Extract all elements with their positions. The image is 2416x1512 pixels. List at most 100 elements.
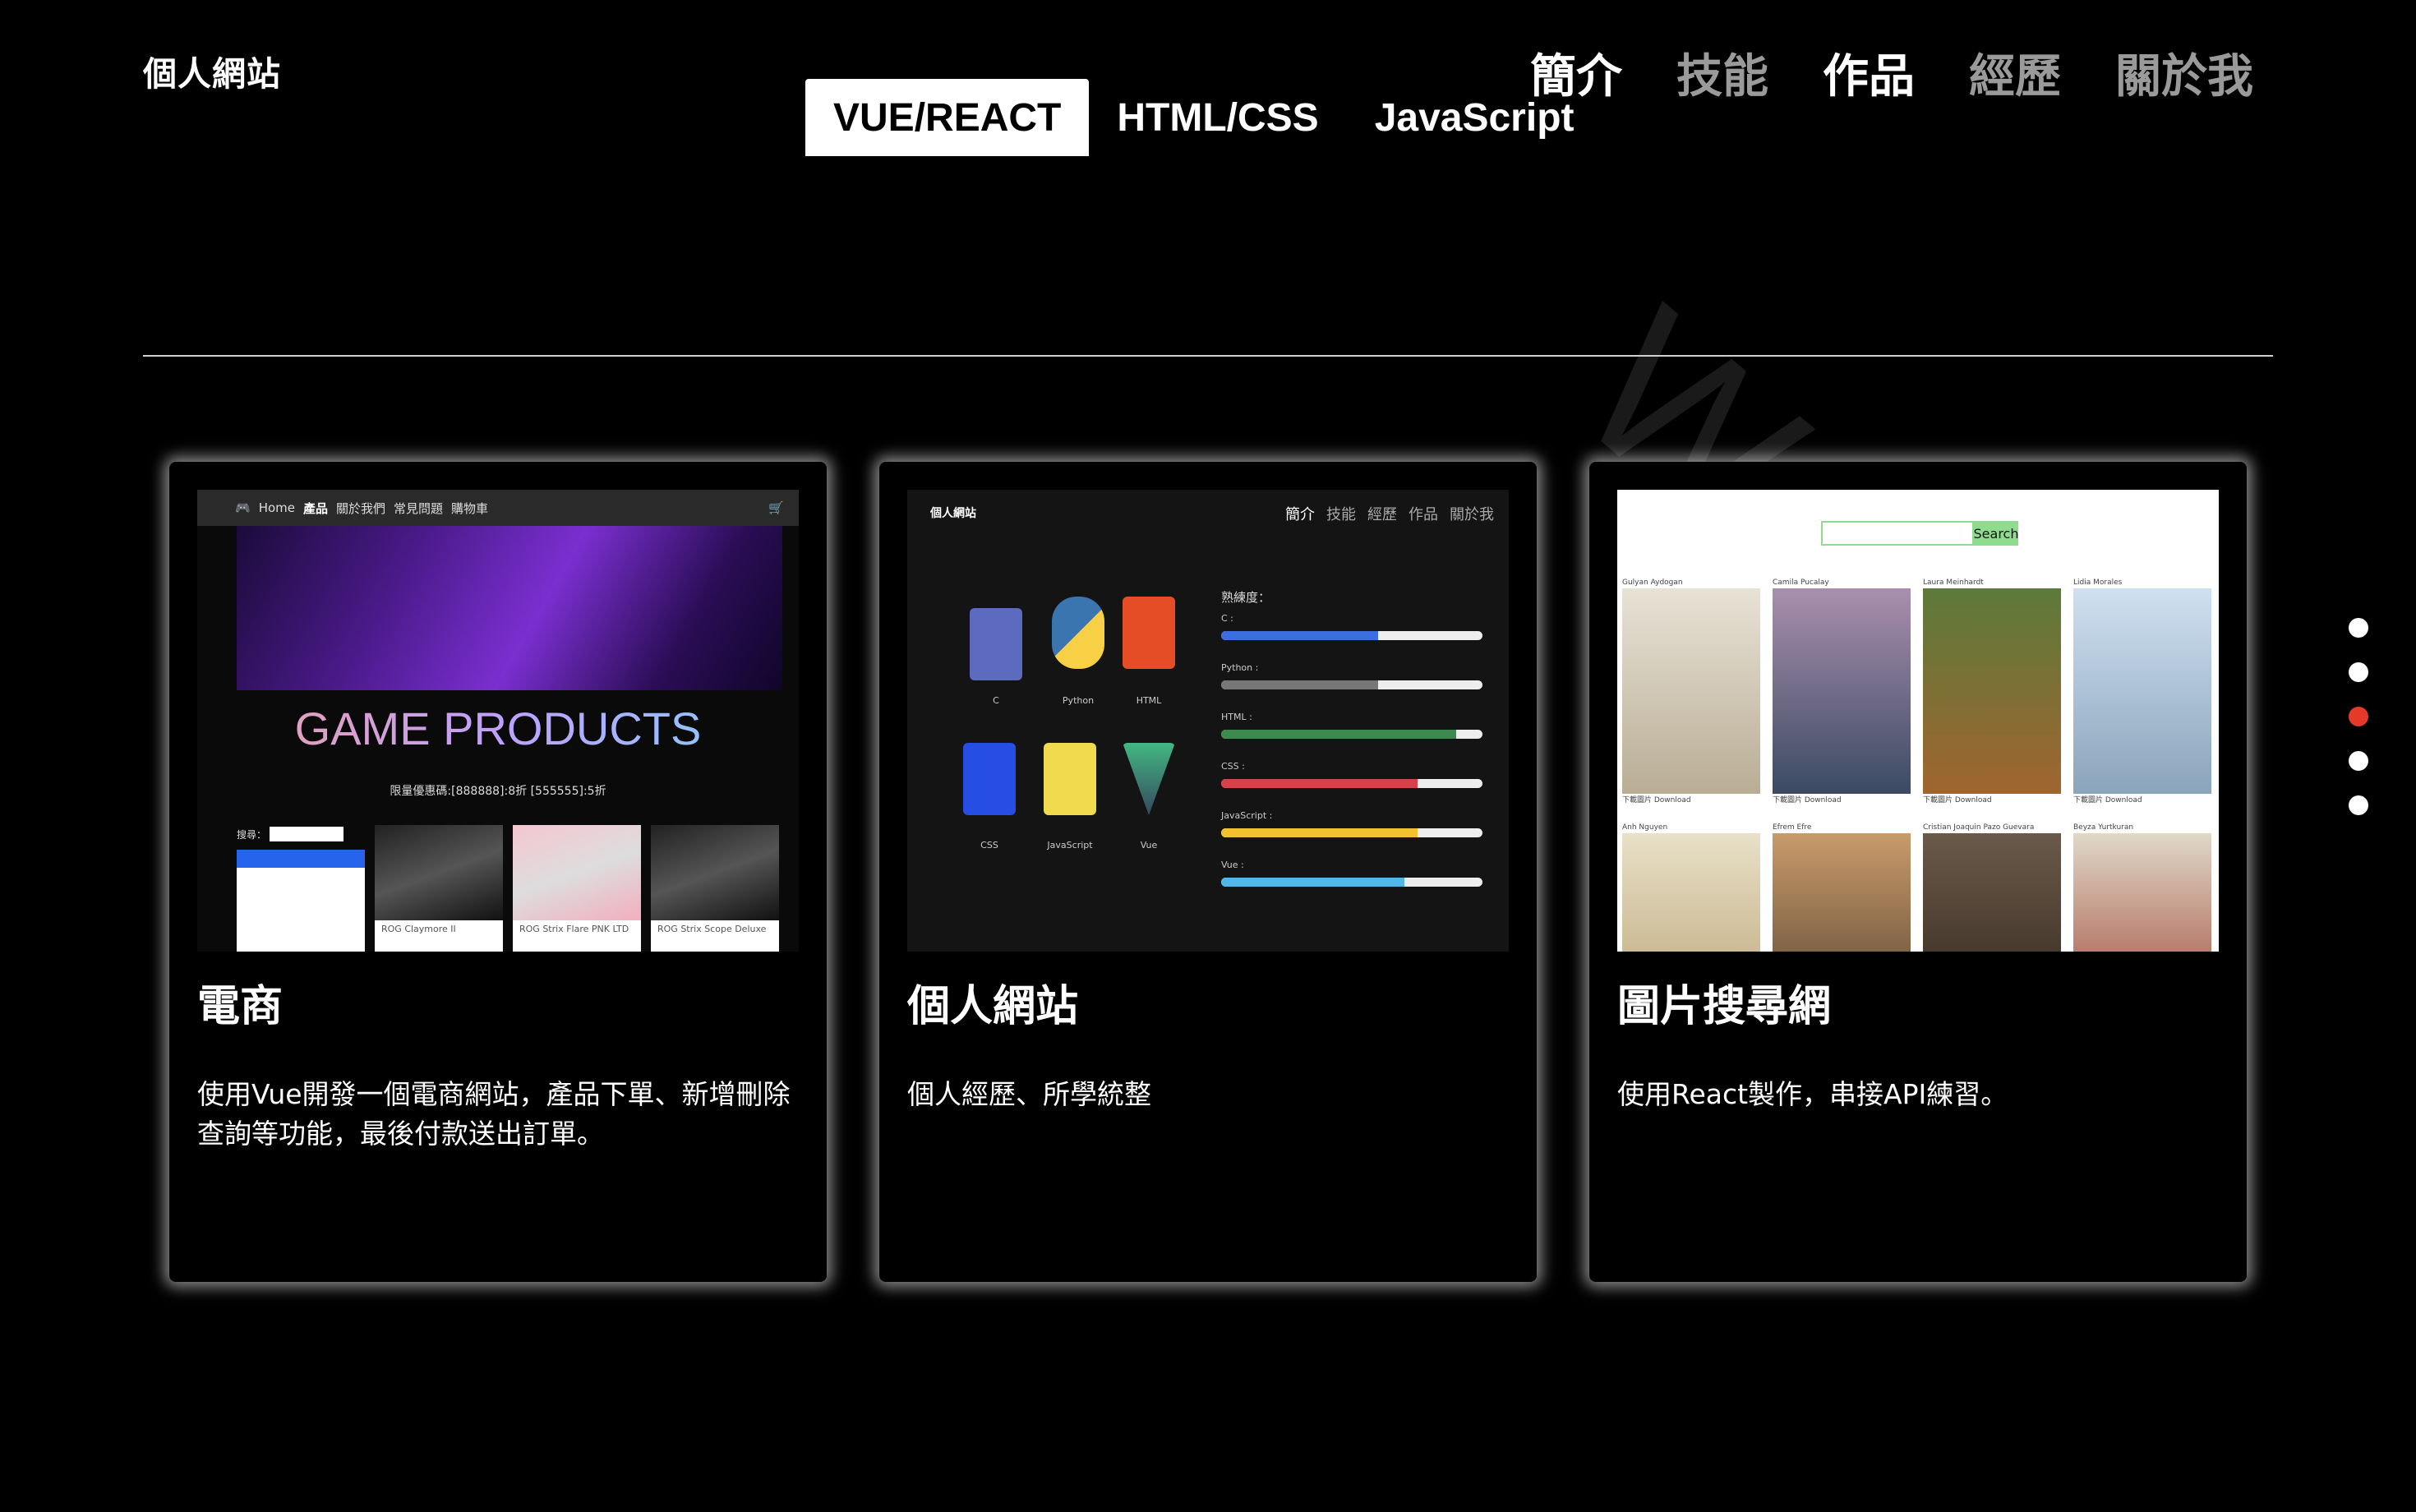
python-logo-icon [1052,597,1104,669]
thumb-nav-item: 產品 [302,500,328,516]
thumb-download-link: 下載圖片 Download [2073,796,2142,804]
thumb-product-name: ROG Strix Scope Deluxe [657,924,767,934]
thumb-lang-label: Vue [1140,840,1158,850]
card-description: 使用Vue開發一個電商網站，產品下單、新增刪除查詢等功能，最後付款送出訂單。 [197,1078,791,1150]
card-description: 使用React製作，串接API練習。 [1617,1078,2008,1110]
thumb-photo-card: Anh Nguyen [1622,823,1760,952]
css3-logo-icon [963,743,1016,815]
thumb-nav-item: 關於我 [1450,506,1494,523]
thumb-photo-card: Camila Pucalay 下載圖片 Download [1773,579,1911,804]
project-card-personal-site[interactable]: 個人網站 簡介 技能 經歷 作品 關於我 C Python HTML CSS J… [879,462,1537,1282]
section-divider [143,355,2273,357]
thumb-nav-item: 關於我們 [336,500,386,516]
thumb-proficiency-bar [1221,680,1482,689]
thumb-nav-item: 購物車 [451,500,489,516]
thumb-proficiency-bar [1221,779,1482,788]
thumb-proficiency-bar [1221,828,1482,837]
pager-dot[interactable] [2349,707,2368,726]
thumb-photo [2073,588,2211,794]
pager-dot[interactable] [2349,618,2368,638]
thumb-search-box [270,827,344,841]
thumb-bar-label: CSS : [1221,761,1245,772]
cart-icon: 🛒 [768,500,784,515]
vue-logo-icon [1123,743,1175,815]
thumb-photographer-name: Cristian Joaquin Pazo Guevara [1923,823,2035,832]
thumb-product: ROG Claymore II [375,825,503,952]
tab-javascript[interactable]: JavaScript [1347,79,1602,156]
thumb-photographer-name: Anh Nguyen [1622,823,1668,832]
thumb-nav-item: 技能 [1326,506,1356,523]
thumb-proficiency-title: 熟練度： [1221,590,1271,605]
thumb-lang-label: JavaScript [1047,840,1093,850]
thumb-navbar: 🎮 Home 產品 關於我們 常見問題 購物車 🛒 [197,490,799,526]
thumb-search: 搜尋： [237,827,344,841]
thumb-photo [1622,588,1760,794]
project-cards: 🎮 Home 產品 關於我們 常見問題 購物車 🛒 GAME PRODUCTS … [169,462,2247,1282]
pager-dot[interactable] [2349,751,2368,771]
thumb-download-link: 下載圖片 Download [1923,796,1992,804]
tab-html-css[interactable]: HTML/CSS [1089,79,1346,156]
thumb-lang-label: HTML [1136,695,1162,706]
thumb-proficiency-bar [1221,631,1482,640]
pager-dot[interactable] [2349,795,2368,815]
html5-logo-icon [1123,597,1175,669]
thumb-proficiency-bar [1221,730,1482,739]
thumb-nav-item: 作品 [1409,506,1438,523]
thumb-photo-card: Cristian Joaquin Pazo Guevara [1923,823,2061,952]
nav-item-about[interactable]: 關於我 [2115,39,2253,106]
thumb-photo-card: Efrem Efre [1773,823,1911,952]
thumb-product-name: ROG Claymore II [381,924,456,934]
c-logo-icon [970,608,1022,680]
project-thumbnail[interactable]: Search Gulyan Aydogan 下載圖片 Download Camila… [1617,490,2219,952]
card-title: 電商 [197,982,284,1031]
thumb-nav-item: 經歷 [1367,506,1397,523]
thumb-nav-item: 常見問題 [394,500,444,516]
card-title: 圖片搜尋網 [1617,982,1832,1031]
thumb-photographer-name: Gulyan Aydogan [1622,579,1683,587]
main-nav: 簡介 技能 作品 經歷 關於我 [1530,39,2253,106]
nav-item-works[interactable]: 作品 [1823,39,1915,106]
nav-item-experience[interactable]: 經歷 [1969,39,2061,106]
thumb-photo [1773,833,1911,952]
thumb-photographer-name: Camila Pucalay [1773,579,1829,587]
thumb-photographer-name: Laura Meinhardt [1923,579,1984,587]
thumb-photo [1622,833,1760,952]
thumb-download-link: 下載圖片 Download [1773,796,1842,804]
thumb-download-link: 下載圖片 Download [1622,796,1691,804]
thumb-headline: GAME PRODUCTS [197,702,799,755]
thumb-photographer-name: Beyza Yurtkuran [2073,823,2134,832]
thumb-promo: 限量優惠碼:[888888]:8折 [555555]:5折 [390,785,606,798]
gamepad-icon: 🎮 [235,500,251,515]
thumb-bar-label: Python : [1221,662,1259,673]
nav-item-skills[interactable]: 技能 [1676,39,1768,106]
thumb-search-label: 搜尋： [237,828,267,841]
thumb-photo-card: Lidia Morales 下載圖片 Download [2073,579,2211,804]
thumb-product: ROG Strix Scope Deluxe [651,825,779,952]
project-card-ecommerce[interactable]: 🎮 Home 產品 關於我們 常見問題 購物車 🛒 GAME PRODUCTS … [169,462,827,1282]
thumb-product-name: ROG Strix Flare PNK LTD [519,924,629,934]
thumb-photographer-name: Lidia Morales [2073,579,2123,587]
thumb-photo [1923,588,2061,794]
project-card-image-search[interactable]: Search Gulyan Aydogan 下載圖片 Download Camila… [1589,462,2247,1282]
thumb-photo-card: Beyza Yurtkuran [2073,823,2211,952]
thumb-lang-label: Python [1062,695,1095,706]
thumb-search-input [1821,521,1974,546]
thumb-site-title: 個人網站 [930,507,976,520]
pager-dot[interactable] [2349,662,2368,682]
thumb-lang-label: C [993,695,999,706]
project-thumbnail[interactable]: 🎮 Home 產品 關於我們 常見問題 購物車 🛒 GAME PRODUCTS … [197,490,799,952]
thumb-photo [1923,833,2061,952]
thumb-category-list [237,850,365,952]
thumb-navbar: 簡介 技能 經歷 作品 關於我 [1285,503,1494,524]
thumb-photo-card: Laura Meinhardt 下載圖片 Download [1923,579,2061,804]
thumb-photographer-name: Efrem Efre [1773,823,1812,832]
project-thumbnail[interactable]: 個人網站 簡介 技能 經歷 作品 關於我 C Python HTML CSS J… [907,490,1509,952]
card-title: 個人網站 [907,982,1079,1031]
thumb-lang-label: CSS [980,840,998,850]
site-title[interactable]: 個人網站 [143,46,281,95]
section-pager [2349,618,2368,815]
thumb-photo [1773,588,1911,794]
thumb-product: ROG Strix Flare PNK LTD [513,825,641,952]
thumb-proficiency-bar [1221,878,1482,887]
tab-vue-react[interactable]: VUE/REACT [805,79,1090,156]
